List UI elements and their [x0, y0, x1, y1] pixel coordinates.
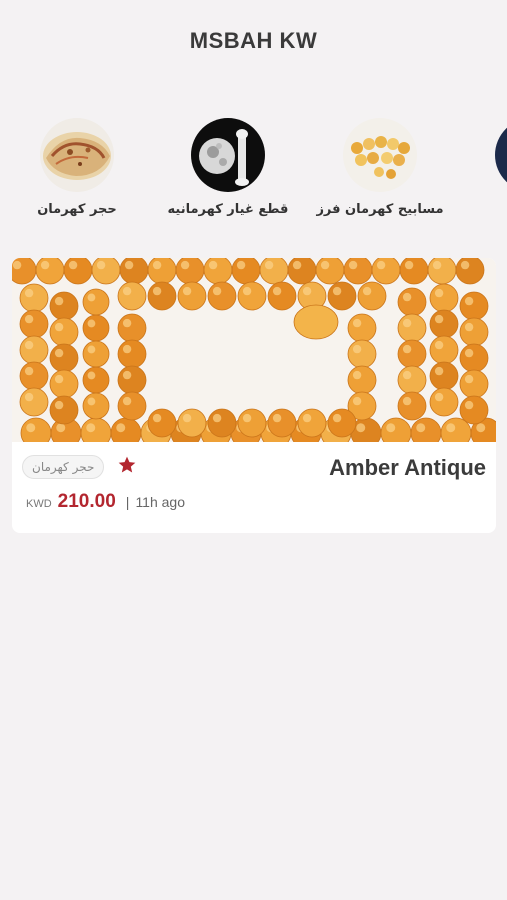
currency-label: KWD	[26, 498, 52, 510]
amber-spare-parts-icon	[191, 118, 265, 192]
price-row: KWD 210.00 | 11h ago	[26, 491, 185, 513]
time-ago: 11h ago	[135, 494, 186, 510]
amber-rosary-icon	[343, 118, 417, 192]
category-label: قطع غيار كهرمانيه	[167, 202, 289, 217]
category-item-partial[interactable]: يه	[452, 118, 507, 217]
category-item-amber-spare-parts[interactable]: قطع غيار كهرمانيه	[148, 118, 308, 217]
listing-title: Amber Antique	[329, 455, 486, 480]
category-label: مسابيح كهرمان فرز	[316, 202, 444, 217]
price-value: 210.00	[57, 491, 116, 512]
category-label: حجر كهرمان	[37, 202, 117, 217]
category-label: يه	[452, 202, 507, 217]
category-item-amber-stone[interactable]: حجر كهرمان	[0, 118, 157, 217]
category-carousel[interactable]: حجر كهرمان قطع غيار كهرمانيه مسابيح كهرم…	[0, 118, 507, 228]
listing-image	[12, 258, 496, 442]
favorite-star-icon[interactable]	[117, 455, 137, 475]
category-item-amber-rosary[interactable]: مسابيح كهرمان فرز	[300, 118, 460, 217]
separator: |	[125, 494, 130, 510]
app-title: MSBAH KW	[189, 28, 318, 53]
category-tag[interactable]: حجر كهرمان	[22, 455, 105, 479]
listing-card[interactable]: Amber Antique حجر كهرمان KWD 210.00 | 11…	[12, 258, 496, 533]
amber-stone-icon	[40, 118, 114, 192]
partial-category-icon	[495, 118, 507, 192]
